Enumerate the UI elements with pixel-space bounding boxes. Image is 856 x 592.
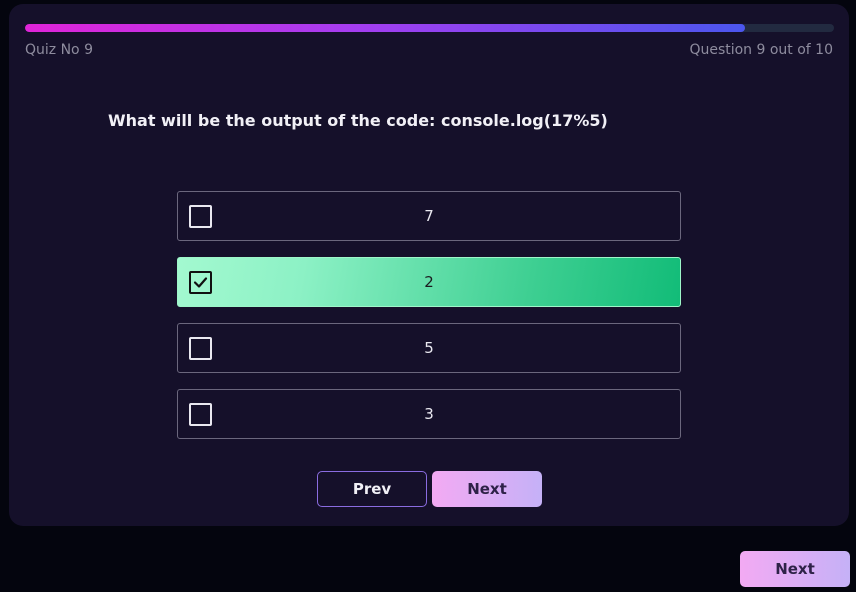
prev-button[interactable]: Prev — [317, 471, 427, 507]
quiz-number-label: Quiz No 9 — [25, 42, 93, 58]
answer-option-label: 2 — [424, 273, 434, 291]
question-text: What will be the output of the code: con… — [108, 111, 608, 130]
answer-options: 7 2 5 3 — [177, 191, 681, 455]
next-button[interactable]: Next — [432, 471, 542, 507]
answer-option-4[interactable]: 3 — [177, 389, 681, 439]
answer-option-2[interactable]: 2 — [177, 257, 681, 307]
quiz-card: Quiz No 9 Question 9 out of 10 What will… — [9, 4, 849, 526]
answer-option-1[interactable]: 7 — [177, 191, 681, 241]
answer-option-label: 5 — [424, 339, 434, 357]
progress-bar-fill — [25, 24, 745, 32]
question-counter: Question 9 out of 10 — [689, 42, 833, 58]
footer-next-button[interactable]: Next — [740, 551, 850, 587]
answer-option-3[interactable]: 5 — [177, 323, 681, 373]
progress-bar — [25, 24, 834, 32]
answer-option-label: 7 — [424, 207, 434, 225]
answer-option-label: 3 — [424, 405, 434, 423]
